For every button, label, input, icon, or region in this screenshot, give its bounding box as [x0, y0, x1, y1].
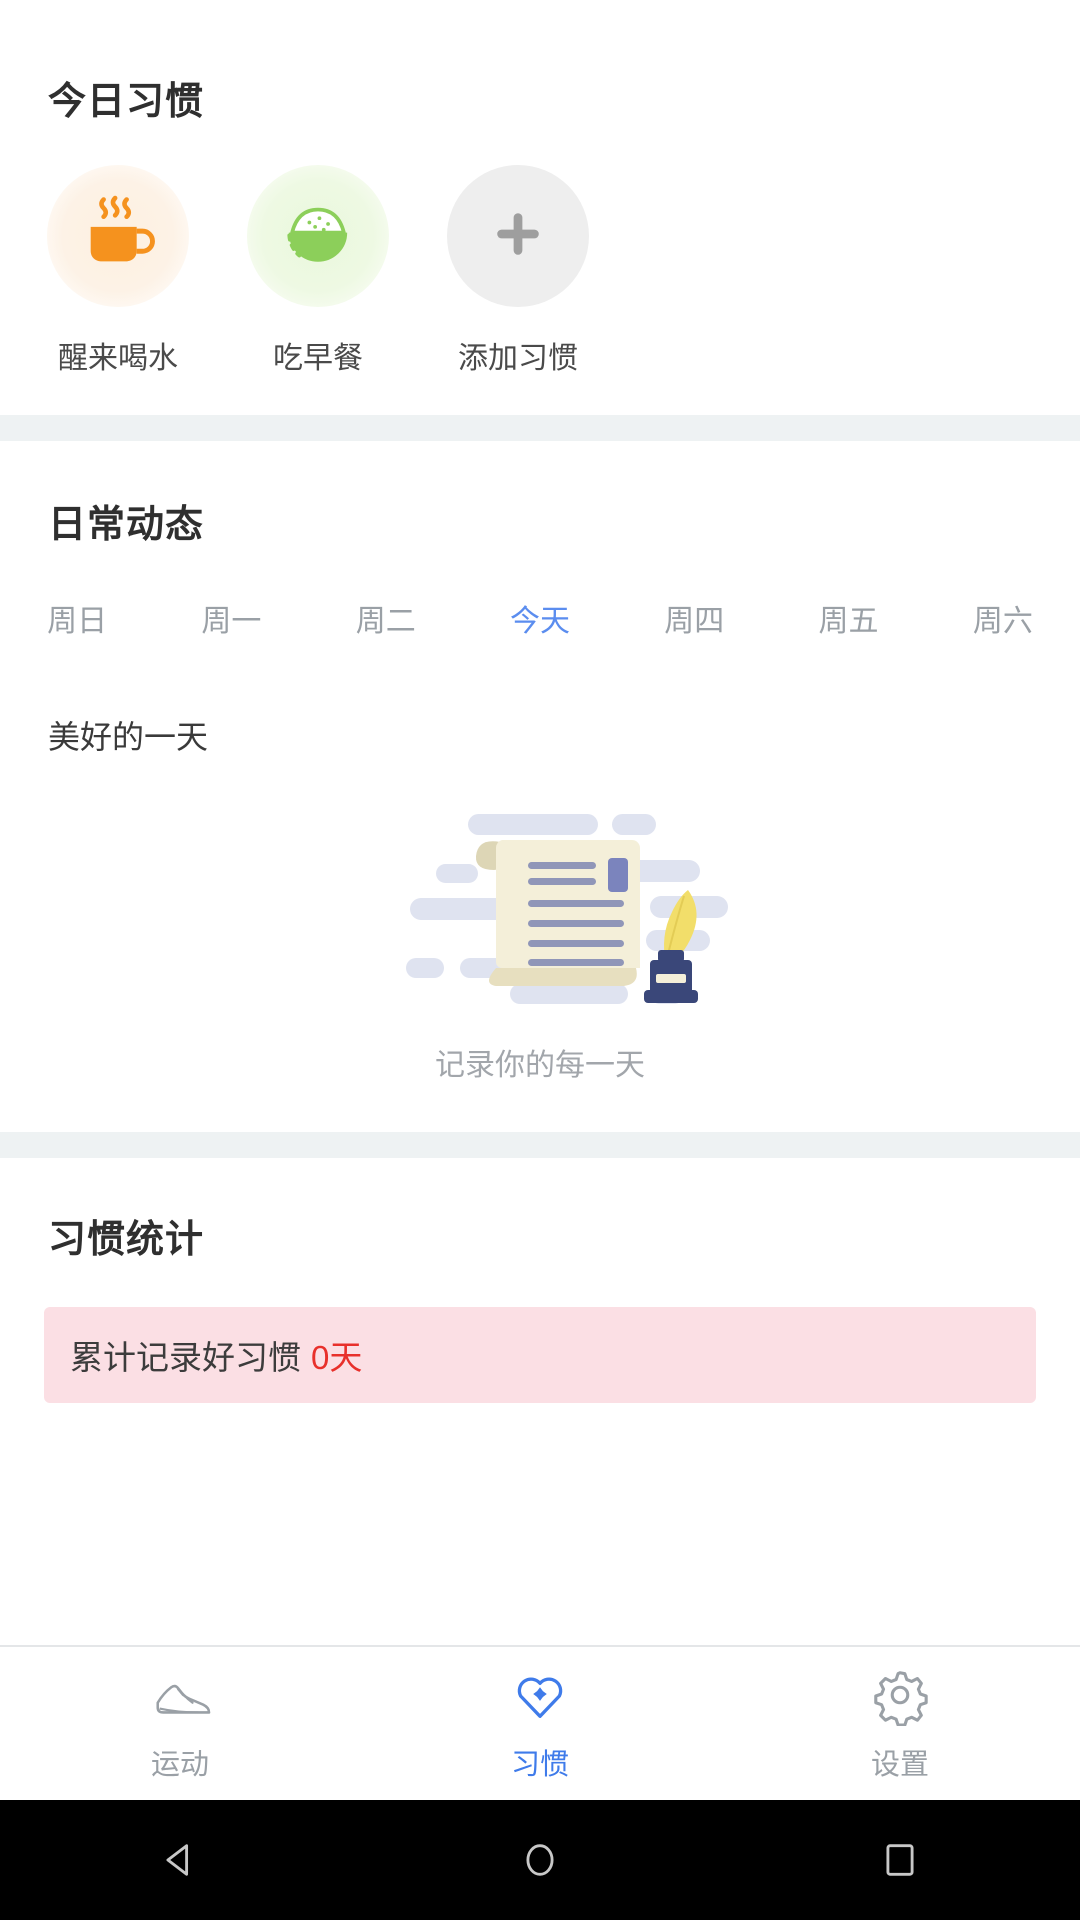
home-circle-icon[interactable]	[480, 1800, 600, 1920]
habit-icon-bubble	[247, 165, 389, 307]
empty-state: 记录你的每一天	[0, 798, 1080, 1132]
weekday-tabs: 周日 周一 周二 今天 周四 周五 周六	[0, 596, 1080, 640]
habit-stats-section: 习惯统计 累计记录好习惯 0天	[0, 1158, 1080, 1433]
daily-dynamics-title: 日常动态	[48, 504, 205, 546]
weekday-tab-tuesday[interactable]: 周二	[309, 596, 463, 640]
stat-row-label: 累计记录好习惯	[70, 1339, 301, 1376]
android-system-nav	[0, 1800, 1080, 1920]
habit-stats-title: 习惯统计	[48, 1219, 205, 1261]
weekday-tab-friday[interactable]: 周五	[771, 596, 925, 640]
recents-square-icon[interactable]	[840, 1800, 960, 1920]
habit-item-drink-water[interactable]: 醒来喝水	[18, 165, 218, 377]
scroll-quill-inkwell-illustration	[350, 798, 730, 1018]
tab-exercise[interactable]: 运动	[0, 1647, 360, 1800]
habit-icon-bubble	[47, 165, 189, 307]
stat-row-total-days: 累计记录好习惯 0天	[44, 1307, 1036, 1403]
habit-list: 醒来喝水 吃早餐 添加习惯	[0, 125, 1080, 415]
weekday-tab-monday[interactable]: 周一	[154, 596, 308, 640]
tab-settings[interactable]: 设置	[720, 1647, 1080, 1800]
habit-item-add[interactable]: 添加习惯	[418, 165, 618, 377]
tab-habits[interactable]: 习惯	[360, 1647, 720, 1800]
day-entry-title: 美好的一天	[48, 719, 209, 755]
weekday-tab-thursday[interactable]: 周四	[617, 596, 771, 640]
gear-icon	[869, 1664, 931, 1731]
stat-row-value: 0天	[311, 1339, 363, 1376]
habit-label: 吃早餐	[273, 342, 363, 375]
habit-label: 添加习惯	[458, 342, 578, 375]
tab-label: 设置	[870, 1749, 929, 1781]
weekday-tab-today[interactable]: 今天	[463, 596, 617, 640]
rice-bowl-icon	[272, 188, 364, 285]
app-screen: 今日习惯 醒来喝水 吃早餐 添加习惯 日常动态 周日 周一 周二 今天 周四 周…	[0, 0, 1080, 1920]
weekday-tab-saturday[interactable]: 周六	[926, 596, 1080, 640]
tab-label: 运动	[150, 1749, 209, 1781]
empty-state-caption: 记录你的每一天	[435, 1049, 645, 1082]
running-shoe-icon	[149, 1664, 211, 1731]
back-triangle-icon[interactable]	[120, 1800, 240, 1920]
today-habits-section: 今日习惯 醒来喝水 吃早餐 添加习惯	[0, 0, 1080, 415]
habit-icon-bubble	[447, 165, 589, 307]
coffee-cup-icon	[72, 188, 164, 285]
plus-icon	[483, 199, 553, 274]
heart-plus-icon	[509, 1664, 571, 1731]
habit-item-breakfast[interactable]: 吃早餐	[218, 165, 418, 377]
section-divider	[0, 415, 1080, 441]
habit-label: 醒来喝水	[58, 342, 178, 375]
weekday-tab-sunday[interactable]: 周日	[0, 596, 154, 640]
bottom-tab-bar: 运动 习惯 设置	[0, 1645, 1080, 1800]
section-divider	[0, 1132, 1080, 1158]
today-habits-title: 今日习惯	[48, 81, 205, 123]
tab-label: 习惯	[510, 1749, 569, 1781]
daily-dynamics-section: 日常动态 周日 周一 周二 今天 周四 周五 周六 美好的一天 记录你的每一天	[0, 441, 1080, 1132]
